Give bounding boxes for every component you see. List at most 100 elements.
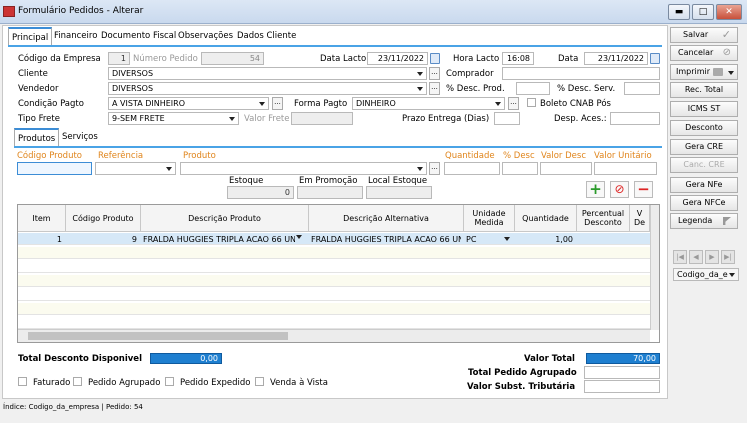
tab-financeiro[interactable]: Financeiro xyxy=(51,27,100,45)
index-select[interactable]: Codigo_da_e xyxy=(673,268,739,281)
subtab-produtos[interactable]: Produtos xyxy=(14,128,60,146)
last-record-icon[interactable]: ▶| xyxy=(721,250,735,264)
table-row[interactable] xyxy=(18,317,650,329)
vertical-scrollbar[interactable] xyxy=(650,205,659,330)
valor-desc-label: Valor Desc xyxy=(541,151,586,161)
table-row[interactable] xyxy=(18,261,650,273)
cliente-search-button[interactable]: ... xyxy=(429,67,440,80)
codigo-empresa-field[interactable]: 1 xyxy=(108,52,130,65)
col-header-unidade[interactable]: Unidade Medida xyxy=(464,205,515,232)
col-header-codigo[interactable]: Código Produto xyxy=(66,205,141,232)
table-row[interactable] xyxy=(18,247,650,259)
table-row[interactable] xyxy=(18,303,650,315)
tab-dados-cliente[interactable]: Dados Cliente xyxy=(234,27,299,45)
estoque-field: 0 xyxy=(227,186,294,199)
forma-search-button[interactable]: ... xyxy=(508,97,519,110)
data-lacto-field[interactable]: 23/11/2022 xyxy=(367,52,428,65)
boleto-checkbox[interactable] xyxy=(527,98,536,107)
condicao-select[interactable]: A VISTA DINHEIRO xyxy=(108,97,269,110)
desc-serv-field[interactable] xyxy=(624,82,660,95)
tab-observacoes[interactable]: Observações xyxy=(175,27,236,45)
desc-prod-field[interactable] xyxy=(516,82,550,95)
col-header-alternativa[interactable]: Descrição Alternativa xyxy=(309,205,464,232)
valor-frete-field[interactable] xyxy=(291,112,353,125)
col-header-descricao[interactable]: Descrição Produto xyxy=(141,205,309,232)
cancelar-button[interactable]: Cancelar ⊘ xyxy=(670,45,738,61)
valor-unitario-field[interactable] xyxy=(594,162,657,175)
gera-nfce-button[interactable]: Gera NFCe xyxy=(670,195,738,211)
cell-descricao: FRALDA HUGGIES TRIPLA ACAO 66 UNI xyxy=(143,235,295,244)
imprimir-button[interactable]: Imprimir xyxy=(670,64,738,80)
cell-quantidade: 1,00 xyxy=(555,235,573,244)
faturado-checkbox[interactable] xyxy=(18,377,27,386)
numero-pedido-label: Número Pedido xyxy=(133,54,198,64)
pedido-agrupado-total-label: Total Pedido Agrupado xyxy=(468,368,577,378)
items-grid[interactable]: Item Código Produto Descrição Produto De… xyxy=(17,204,660,343)
valor-desc-field[interactable] xyxy=(540,162,592,175)
subtab-servicos[interactable]: Serviços xyxy=(59,128,101,146)
add-icon[interactable]: + xyxy=(586,181,605,198)
desc-serv-label: % Desc. Serv. xyxy=(557,84,616,94)
desc-label: % Desc xyxy=(503,151,535,161)
prev-record-icon[interactable]: ◀ xyxy=(689,250,703,264)
cliente-select[interactable]: DIVERSOS xyxy=(108,67,427,80)
col-header-quantidade[interactable]: Quantidade xyxy=(515,205,577,232)
referencia-select[interactable] xyxy=(95,162,176,175)
table-row[interactable] xyxy=(18,289,650,301)
prazo-field[interactable] xyxy=(494,112,520,125)
canc-cre-button[interactable]: Canc. CRE xyxy=(670,157,738,173)
tipo-frete-select[interactable]: 9-SEM FRETE xyxy=(108,112,239,125)
close-button[interactable]: ✕ xyxy=(716,4,742,20)
horizontal-scrollbar[interactable] xyxy=(18,329,650,342)
next-record-icon[interactable]: ▶ xyxy=(705,250,719,264)
vendedor-search-button[interactable]: ... xyxy=(429,82,440,95)
chevron-down-icon[interactable] xyxy=(296,235,302,239)
chevron-down-icon[interactable] xyxy=(504,237,510,241)
cancel-circle-icon: ⊘ xyxy=(722,47,731,58)
produto-search-button[interactable]: ... xyxy=(429,162,440,175)
col-header-item[interactable]: Item xyxy=(18,205,66,232)
numero-pedido-field[interactable]: 54 xyxy=(201,52,264,65)
pedido-agrupado-checkbox[interactable] xyxy=(73,377,82,386)
calendar-icon[interactable] xyxy=(650,53,660,64)
icms-st-button[interactable]: ICMS ST xyxy=(670,101,738,117)
comprador-field[interactable] xyxy=(502,67,660,80)
calendar-icon[interactable] xyxy=(430,53,440,64)
col-header-percentual[interactable]: Percentual Desconto xyxy=(577,205,630,232)
vendedor-select[interactable]: DIVERSOS xyxy=(108,82,427,95)
rec-total-button[interactable]: Rec. Total xyxy=(670,82,738,98)
first-record-icon[interactable]: |◀ xyxy=(673,250,687,264)
tab-principal[interactable]: Principal xyxy=(8,27,53,45)
col-header-valor-desconto[interactable]: V De xyxy=(630,205,650,232)
codigo-produto-field[interactable] xyxy=(17,162,92,175)
hora-lacto-field[interactable]: 16:08 xyxy=(502,52,534,65)
produto-select[interactable] xyxy=(180,162,427,175)
cancel-icon[interactable]: ⊘ xyxy=(610,181,629,198)
gera-nfe-button[interactable]: Gera NFe xyxy=(670,177,738,193)
scrollbar-thumb[interactable] xyxy=(28,332,288,340)
table-row[interactable]: 1 9 FRALDA HUGGIES TRIPLA ACAO 66 UNI FR… xyxy=(18,233,650,245)
table-row[interactable] xyxy=(18,275,650,287)
desp-field[interactable] xyxy=(610,112,660,125)
condicao-search-button[interactable]: ... xyxy=(272,97,283,110)
salvar-button[interactable]: Salvar ✓ xyxy=(670,27,738,43)
desc-field[interactable] xyxy=(502,162,538,175)
venda-vista-checkbox[interactable] xyxy=(255,377,264,386)
tab-documento-fiscal[interactable]: Documento Fiscal xyxy=(98,27,179,45)
quantidade-field[interactable] xyxy=(444,162,500,175)
data-lacto-label: Data Lacto xyxy=(320,54,367,64)
remove-icon[interactable]: − xyxy=(634,181,653,198)
minimize-button[interactable]: ▬ xyxy=(668,4,690,20)
cliente-label: Cliente xyxy=(18,69,48,79)
maximize-button[interactable]: □ xyxy=(692,4,714,20)
cell-unidade: PC xyxy=(466,235,477,244)
desconto-button[interactable]: Desconto xyxy=(670,120,738,136)
valor-total-value: 70,00 xyxy=(586,353,660,364)
gera-cre-button[interactable]: Gera CRE xyxy=(670,139,738,155)
data-field[interactable]: 23/11/2022 xyxy=(584,52,648,65)
legenda-button[interactable]: Legenda xyxy=(670,213,738,229)
flag-icon xyxy=(723,217,731,225)
forma-select[interactable]: DINHEIRO xyxy=(352,97,505,110)
produto-label: Produto xyxy=(183,151,216,161)
pedido-expedido-checkbox[interactable] xyxy=(165,377,174,386)
